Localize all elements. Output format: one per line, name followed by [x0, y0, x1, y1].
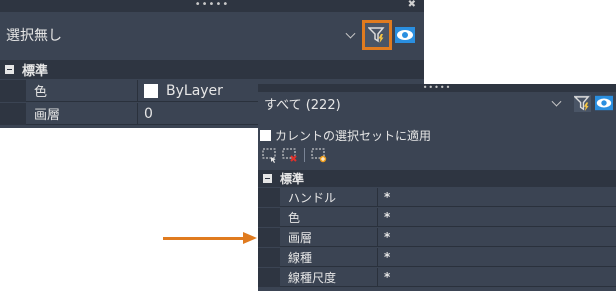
- property-value[interactable]: *: [378, 248, 616, 267]
- property-name: 色: [280, 208, 378, 227]
- clear-selection-icon[interactable]: [282, 147, 298, 163]
- filter-lightning-icon: [573, 94, 591, 112]
- property-row-handle[interactable]: ハンドル *: [258, 188, 616, 207]
- property-value[interactable]: *: [378, 188, 616, 207]
- callout-arrow-head: [243, 232, 257, 244]
- properties-palette-zoomed: ••••• すべて (222) カレントの選択セットに適用 標準 ハンドル * …: [258, 84, 616, 291]
- property-name: ハンドル: [280, 188, 378, 207]
- apply-checkbox[interactable]: [260, 129, 271, 141]
- color-swatch: [144, 83, 158, 98]
- toggle-pickadd-button[interactable]: [394, 24, 416, 46]
- eye-icon: [395, 27, 415, 43]
- grip-dots: •••••: [194, 0, 230, 10]
- selection-dropdown-value: 選択無し: [6, 28, 62, 44]
- collapse-minus-icon[interactable]: [263, 174, 272, 183]
- category-label: 標準: [280, 172, 305, 186]
- property-row-layer[interactable]: 画層 *: [258, 228, 616, 247]
- chevron-down-icon: [551, 96, 562, 107]
- palette-grip-bar[interactable]: •••••: [258, 84, 616, 92]
- collapse-minus-icon[interactable]: [5, 65, 14, 74]
- property-name: 線種尺度: [280, 268, 378, 287]
- property-name: 線種: [280, 248, 378, 267]
- quick-select-button[interactable]: [572, 93, 592, 113]
- property-value: ByLayer: [166, 82, 223, 99]
- selection-dropdown-value: すべて (222): [264, 97, 341, 113]
- quick-select-button[interactable]: [362, 20, 392, 50]
- property-value[interactable]: *: [378, 268, 616, 287]
- category-label: 標準: [22, 64, 49, 79]
- property-name: 色: [26, 80, 138, 102]
- grip-dots: •••••: [422, 84, 452, 92]
- property-name: 画層: [280, 228, 378, 247]
- dashed-select-icon[interactable]: [262, 147, 278, 163]
- filter-lightning-icon: [368, 27, 385, 43]
- add-selection-icon[interactable]: [311, 147, 327, 163]
- palette-grip-bar[interactable]: ••••• ✖: [0, 0, 424, 12]
- callout-arrow-line: [163, 237, 245, 240]
- selection-toolbar: [262, 146, 327, 164]
- toolbar-divider: [304, 148, 305, 162]
- chevron-down-icon: [345, 28, 356, 39]
- apply-to-current-selection-option[interactable]: カレントの選択セットに適用: [258, 127, 431, 143]
- selection-dropdown[interactable]: すべて (222): [258, 92, 566, 114]
- close-icon[interactable]: ✖: [408, 0, 416, 11]
- property-row-linetype[interactable]: 線種 *: [258, 248, 616, 267]
- category-header-general[interactable]: 標準: [258, 170, 616, 187]
- selection-dropdown[interactable]: 選択無し: [0, 22, 360, 48]
- toggle-pickadd-button[interactable]: [594, 93, 614, 113]
- eye-icon: [595, 95, 613, 111]
- property-name: 画層: [26, 103, 138, 125]
- property-row-color[interactable]: 色 *: [258, 208, 616, 227]
- property-row-linetype-scale[interactable]: 線種尺度 *: [258, 268, 616, 287]
- property-value[interactable]: *: [378, 208, 616, 227]
- property-value[interactable]: *: [378, 228, 616, 247]
- category-header-general[interactable]: 標準: [0, 60, 424, 79]
- apply-checkbox-label: カレントの選択セットに適用: [275, 128, 432, 143]
